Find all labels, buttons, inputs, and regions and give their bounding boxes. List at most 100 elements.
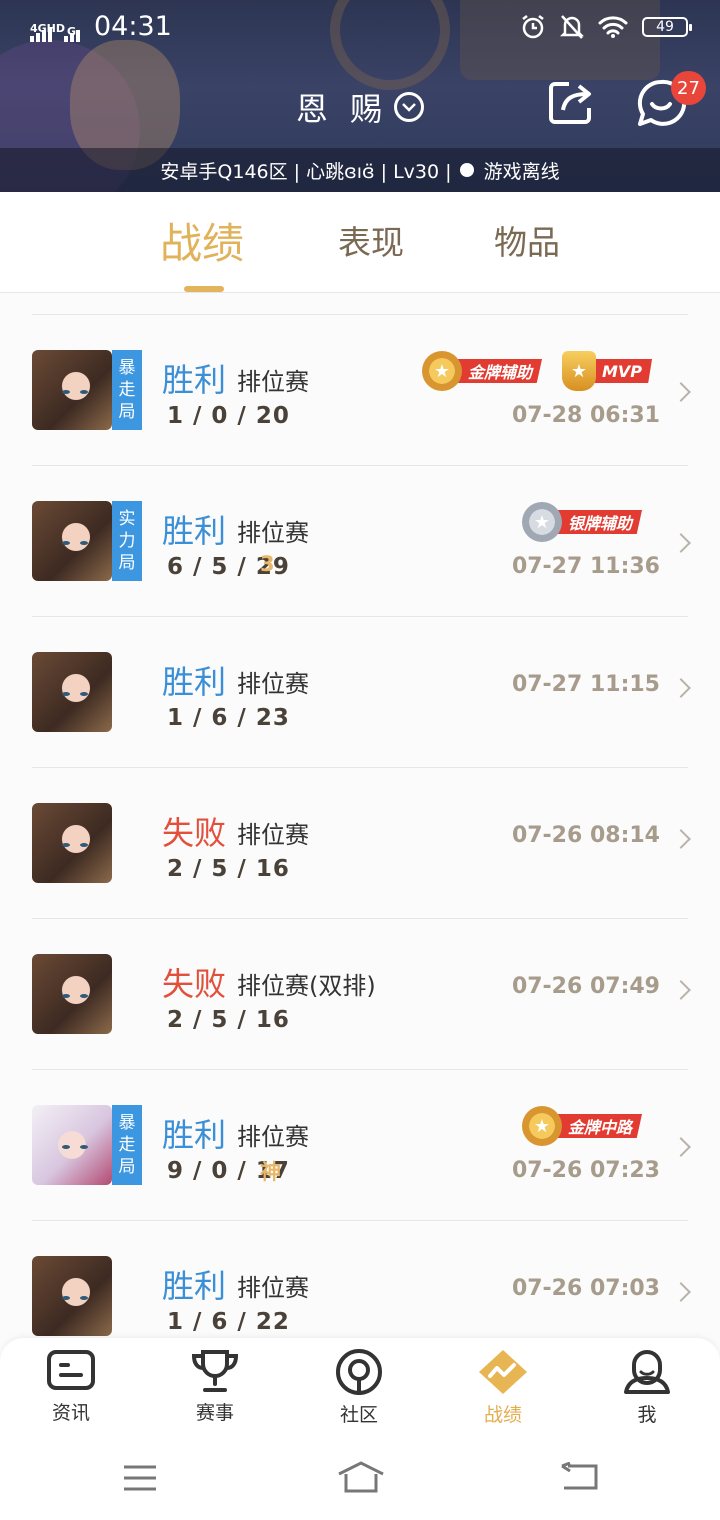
match-mode: 排位赛 — [237, 368, 309, 396]
medal-label: 金牌中路 — [554, 1114, 643, 1138]
match-tag: 实力局 — [112, 501, 142, 581]
offline-dot-icon — [459, 163, 474, 177]
hero-avatar — [32, 803, 112, 883]
medal-star-icon: ★ — [422, 351, 462, 391]
status-bar: 4GHD G 04:31 49 — [0, 0, 720, 56]
player-name-dropdown[interactable]: 恩 赐 — [0, 84, 720, 130]
match-date: 07-26 07:03 — [511, 1276, 660, 1301]
hero-avatar — [32, 652, 112, 732]
match-date: 07-27 11:15 — [511, 672, 660, 697]
chevron-right-icon — [671, 533, 691, 553]
chevron-right-icon — [671, 980, 691, 1000]
match-mode: 排位赛 — [237, 821, 309, 849]
match-kda: 2 / 5 / 16 — [167, 856, 290, 882]
match-list[interactable]: 暴走局胜利 排位赛 1 / 0 / 20 07-28 06:31 ★ 金牌辅助 ★ MVP 实力… — [0, 293, 720, 1338]
signal-icon: 4GHD — [30, 23, 65, 42]
medal-label: 金牌辅助 — [454, 359, 543, 383]
tab-bar: 战绩 表现 物品 — [0, 192, 720, 293]
match-mode: 排位赛(双排) — [237, 972, 376, 1000]
nav-me-label: 我 — [637, 1404, 657, 1426]
hero-avatar — [32, 501, 112, 581]
medal-star-icon: ★ — [522, 1106, 562, 1146]
chevron-right-icon — [671, 829, 691, 849]
match-result: 胜利 — [162, 512, 227, 550]
profile-info-bar: 安卓手Q146区 | 心跳ɞıɞ̈ | Lv30 | 游戏离线 — [0, 148, 720, 192]
bottom-nav: 资讯 赛事 社区 战绩 我 — [0, 1338, 720, 1442]
match-mode: 排位赛 — [237, 670, 309, 698]
match-date: 07-26 07:23 — [511, 1158, 660, 1183]
medal-label: MVP — [588, 359, 653, 383]
match-kda: 2 / 5 / 16 — [167, 1007, 290, 1033]
title-bar: 恩 赐 — [0, 56, 720, 148]
online-status: 游戏离线 — [483, 160, 560, 183]
match-result: 胜利 — [162, 1267, 227, 1305]
match-row[interactable]: 暴走局胜利 排位赛 1 / 0 / 20 07-28 06:31 ★ 金牌辅助 ★ MVP — [32, 314, 691, 465]
medal-star-icon: ★ — [522, 502, 562, 542]
tab-performance[interactable]: 表现 — [338, 216, 404, 264]
match-mark: 3 — [260, 552, 275, 576]
match-result: 胜利 — [162, 1116, 227, 1154]
tab-indicator — [184, 286, 224, 292]
match-row[interactable]: 实力局胜利 排位赛 6 / 5 / 29 3 07-27 11:36 ★ 银牌辅助 — [32, 465, 691, 616]
match-kda: 1 / 0 / 20 — [167, 403, 290, 429]
menu-icon[interactable] — [122, 1464, 158, 1492]
medal-badge: ★ 金牌中路 — [522, 1106, 643, 1146]
app-screen: 4GHD G 04:31 49 恩 赐 27 安卓手Q146区 | 心跳ɞıɞ̈… — [0, 0, 720, 1520]
match-row[interactable]: 失败 排位赛 2 / 5 / 16 07-26 08:14 — [32, 767, 691, 918]
medal-star-icon: ★ — [562, 351, 596, 391]
share-icon[interactable] — [547, 78, 597, 128]
match-date: 07-26 07:49 — [511, 974, 660, 999]
trophy-icon — [191, 1350, 239, 1392]
hero-avatar — [32, 1256, 112, 1336]
match-result: 失败 — [162, 814, 227, 852]
match-row[interactable]: 暴走局胜利 排位赛 9 / 0 / 17 神 07-26 07:23 ★ 金牌中路 — [32, 1069, 691, 1220]
match-kda: 1 / 6 / 22 — [167, 1309, 290, 1335]
nav-events[interactable]: 赛事 — [165, 1348, 265, 1438]
record-icon — [479, 1350, 527, 1394]
tab-record[interactable]: 战绩 — [160, 210, 244, 271]
profile-icon — [624, 1349, 670, 1394]
chevron-right-icon — [671, 1137, 691, 1157]
unread-badge: 27 — [671, 71, 706, 105]
match-result: 失败 — [162, 965, 227, 1003]
match-row[interactable]: 胜利 排位赛 1 / 6 / 23 07-27 11:15 — [32, 616, 691, 767]
medal-badge: ★ 金牌辅助 — [422, 351, 543, 391]
clock: 04:31 — [94, 11, 172, 42]
hero-avatar — [32, 1105, 112, 1185]
nav-community[interactable]: 社区 — [309, 1348, 409, 1438]
profile-header: 4GHD G 04:31 49 恩 赐 27 安卓手Q146区 | 心跳ɞıɞ̈… — [0, 0, 720, 192]
wifi-icon — [598, 16, 628, 38]
match-row[interactable]: 失败 排位赛(双排) 2 / 5 / 16 07-26 07:49 — [32, 918, 691, 1069]
chevron-down-icon — [394, 92, 425, 122]
match-mode: 排位赛 — [237, 519, 309, 547]
match-tag: 暴走局 — [112, 350, 142, 430]
battery-icon: 49 — [642, 17, 692, 37]
home-icon[interactable] — [336, 1460, 386, 1494]
nav-news-label: 资讯 — [51, 1402, 90, 1424]
nav-me[interactable]: 我 — [597, 1348, 697, 1438]
match-mark: 神 — [260, 1160, 281, 1184]
chevron-right-icon — [671, 1282, 691, 1302]
chevron-right-icon — [671, 678, 691, 698]
community-icon — [336, 1349, 382, 1395]
profile-line: 安卓手Q146区 | 心跳ɞıɞ̈ | Lv30 | — [160, 160, 452, 183]
medal-badge: ★ MVP — [562, 351, 653, 391]
tab-items[interactable]: 物品 — [494, 216, 560, 264]
nav-events-label: 赛事 — [195, 1402, 234, 1424]
match-date: 07-26 08:14 — [511, 823, 660, 848]
nav-news[interactable]: 资讯 — [21, 1348, 121, 1438]
match-result: 胜利 — [162, 361, 227, 399]
match-date: 07-28 06:31 — [511, 403, 660, 428]
player-name: 恩 赐 — [295, 90, 389, 128]
match-row[interactable]: 胜利 排位赛 1 / 6 / 22 07-26 07:03 — [32, 1220, 691, 1338]
match-kda: 1 / 6 / 23 — [167, 705, 290, 731]
hero-avatar — [32, 954, 112, 1034]
back-icon[interactable] — [560, 1462, 598, 1492]
match-mode: 排位赛 — [237, 1123, 309, 1151]
match-tag: 暴走局 — [112, 1105, 142, 1185]
nav-record[interactable]: 战绩 — [453, 1348, 553, 1438]
match-mode: 排位赛 — [237, 1274, 309, 1302]
mute-bell-icon — [560, 15, 584, 39]
alarm-icon — [522, 15, 544, 39]
nav-community-label: 社区 — [339, 1404, 378, 1426]
